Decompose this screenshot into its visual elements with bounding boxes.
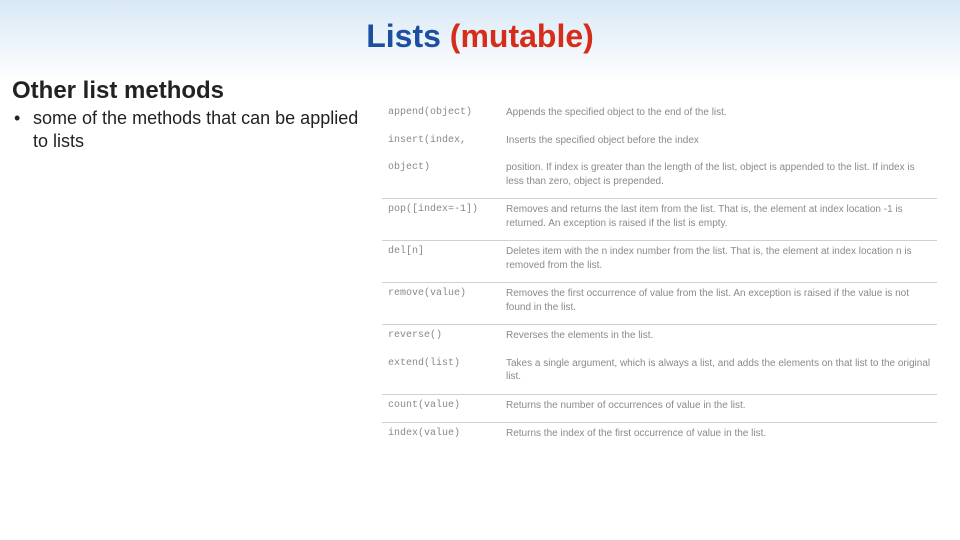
method-description: position. If index is greater than the l…	[506, 161, 931, 188]
bullet-text: some of the methods that can be applied …	[33, 107, 363, 152]
method-signature: del[n]	[388, 245, 506, 272]
table-row: append(object) Appends the specified obj…	[382, 102, 937, 130]
method-description: Returns the number of occurrences of val…	[506, 399, 931, 413]
method-signature: pop([index=-1])	[388, 203, 506, 230]
method-description: Returns the index of the first occurrenc…	[506, 427, 931, 441]
method-signature: insert(index,	[388, 134, 506, 148]
table-row: index(value) Returns the index of the fi…	[382, 422, 937, 451]
method-signature: object)	[388, 161, 506, 188]
method-signature: extend(list)	[388, 357, 506, 384]
table-row: remove(value) Removes the first occurren…	[382, 282, 937, 324]
method-description: Appends the specified object to the end …	[506, 106, 931, 120]
table-row: count(value) Returns the number of occur…	[382, 394, 937, 423]
table-row: extend(list) Takes a single argument, wh…	[382, 353, 937, 394]
method-description: Removes and returns the last item from t…	[506, 203, 931, 230]
method-description: Inserts the specified object before the …	[506, 134, 931, 148]
method-description: Deletes item with the n index number fro…	[506, 245, 931, 272]
method-signature: append(object)	[388, 106, 506, 120]
table-row: insert(index, Inserts the specified obje…	[382, 130, 937, 158]
section-heading: Other list methods	[12, 77, 960, 105]
method-description: Reverses the elements in the list.	[506, 329, 931, 343]
title-part2: (mutable)	[450, 18, 594, 54]
slide-title: Lists (mutable)	[0, 0, 960, 55]
method-description: Takes a single argument, which is always…	[506, 357, 931, 384]
table-row: reverse() Reverses the elements in the l…	[382, 324, 937, 353]
methods-table: append(object) Appends the specified obj…	[382, 102, 937, 451]
table-row: pop([index=-1]) Removes and returns the …	[382, 198, 937, 240]
bullet-dot: •	[14, 107, 28, 130]
method-signature: reverse()	[388, 329, 506, 343]
method-signature: index(value)	[388, 427, 506, 441]
table-row: del[n] Deletes item with the n index num…	[382, 240, 937, 282]
method-signature: remove(value)	[388, 287, 506, 314]
title-part1: Lists	[366, 18, 450, 54]
table-row: object) position. If index is greater th…	[382, 157, 937, 198]
method-signature: count(value)	[388, 399, 506, 413]
method-description: Removes the first occurrence of value fr…	[506, 287, 931, 314]
